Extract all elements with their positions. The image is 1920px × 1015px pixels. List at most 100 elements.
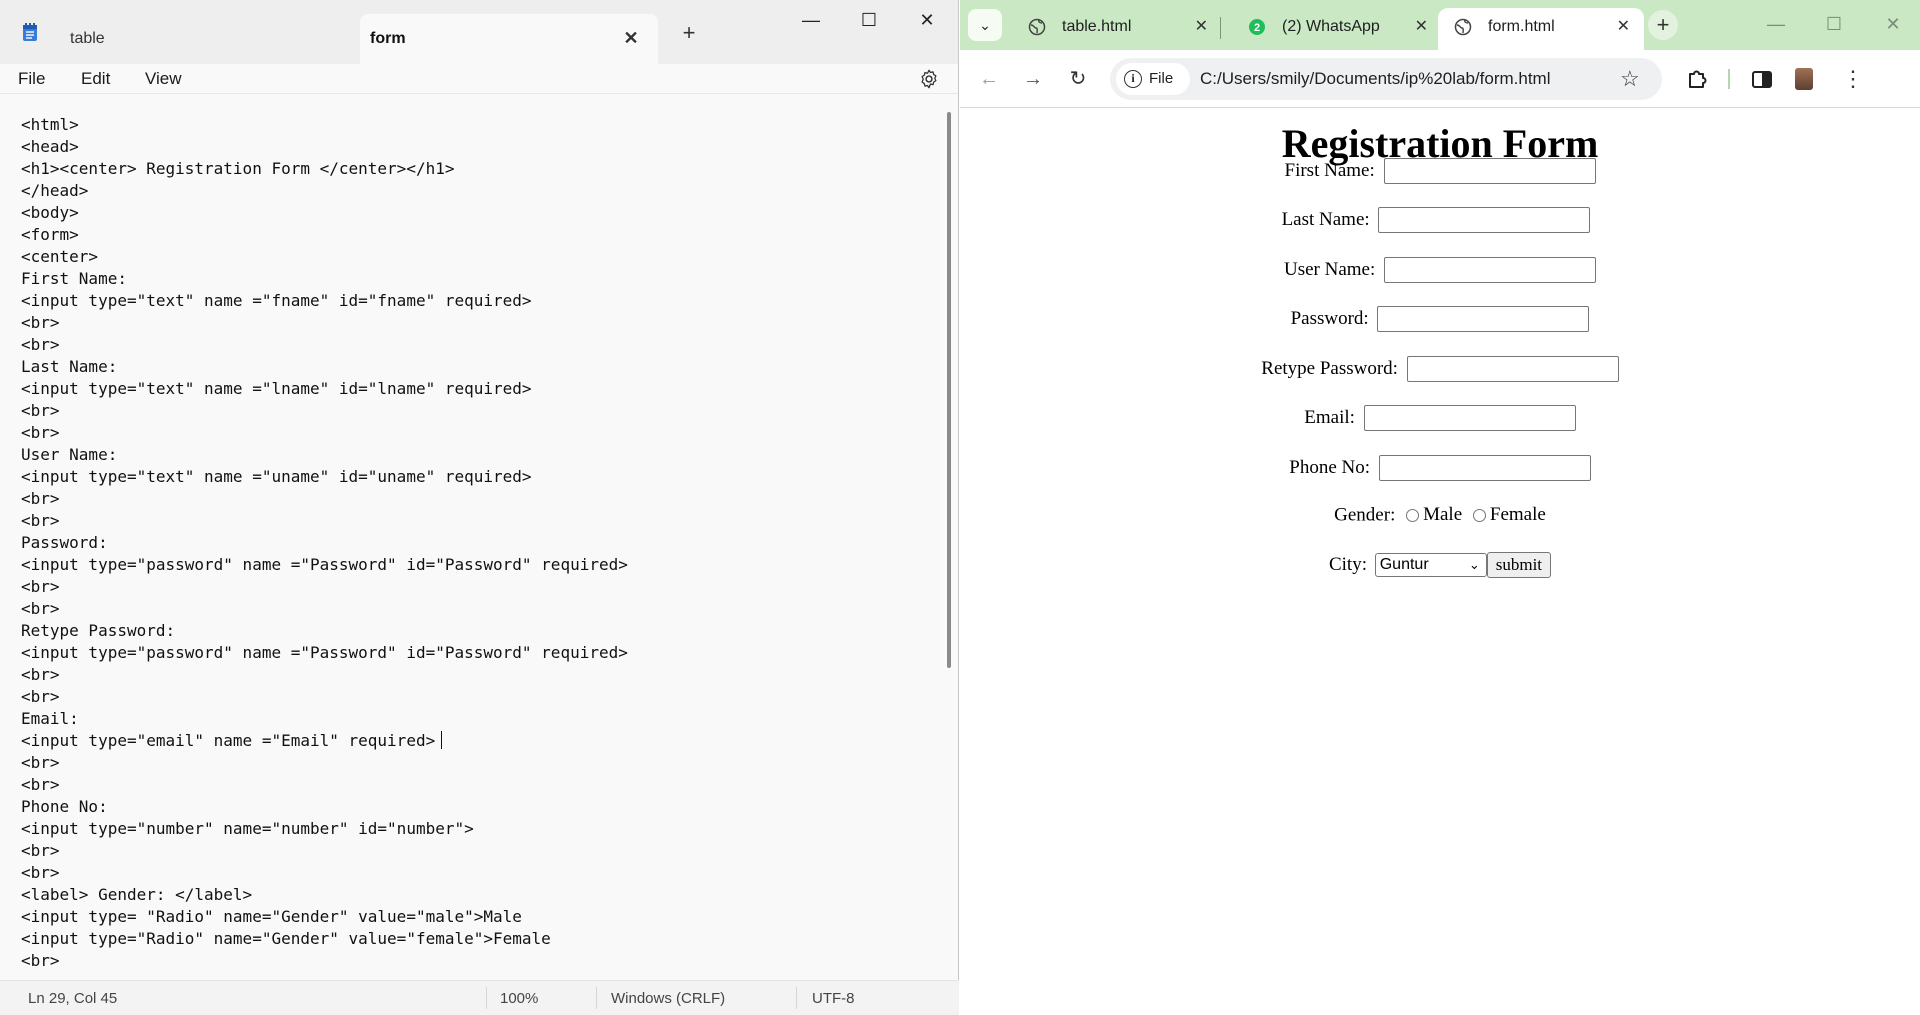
forward-arrow-icon[interactable]: → (1018, 64, 1048, 94)
notepad-window: table form ✕ + — ☐ ✕ File Edit View <htm… (0, 0, 959, 1015)
first-name-input[interactable] (1383, 158, 1596, 184)
vertical-scrollbar[interactable] (947, 112, 951, 668)
chevron-down-icon: ⌄ (1468, 557, 1480, 572)
browser-window: ⌄ table.html ✕ 2 (2) WhatsApp ✕ form.htm… (960, 0, 1920, 1015)
code-line: <br> (21, 775, 60, 794)
menu-file[interactable]: File (18, 64, 45, 94)
form-row-phone: Phone No: (960, 455, 1920, 481)
close-window-button[interactable]: ✕ (1870, 8, 1916, 40)
encoding: UTF-8 (812, 990, 855, 1007)
email-input[interactable] (1363, 405, 1576, 431)
close-window-button[interactable]: ✕ (904, 4, 950, 36)
site-info-label: File (1149, 70, 1174, 87)
code-line: <br> (21, 687, 60, 706)
close-tab-icon[interactable]: ✕ (1195, 16, 1208, 36)
code-line: Retype Password: (21, 621, 176, 640)
back-arrow-icon[interactable]: ← (974, 64, 1004, 94)
city-selected-value: Guntur (1379, 556, 1429, 573)
notepad-tab-table[interactable]: table (54, 14, 354, 64)
code-line: <br> (21, 401, 60, 420)
code-line: Email: (21, 709, 79, 728)
code-line: <br> (21, 335, 60, 354)
line-ending: Windows (CRLF) (611, 990, 726, 1007)
code-line: <input type="text" name ="fname" id="fna… (21, 291, 532, 310)
profile-avatar[interactable] (1795, 68, 1813, 90)
new-tab-button[interactable]: + (676, 20, 702, 46)
code-line: <br> (21, 577, 60, 596)
retype-password-input[interactable] (1406, 356, 1619, 382)
notepad-title-bar: table form ✕ + — ☐ ✕ (0, 0, 958, 64)
last-name-input[interactable] (1378, 207, 1591, 233)
form-row-email: Email: (960, 405, 1920, 431)
globe-icon (1028, 18, 1046, 36)
code-line: <input type="text" name ="uname" id="una… (21, 467, 532, 486)
browser-tab-table[interactable]: table.html ✕ (1012, 8, 1222, 50)
code-line: <br> (21, 841, 60, 860)
browser-tab-whatsapp[interactable]: 2 (2) WhatsApp ✕ (1232, 8, 1442, 50)
whatsapp-badge: 2 (1254, 22, 1260, 34)
menu-view[interactable]: View (145, 64, 182, 94)
female-radio[interactable] (1472, 509, 1486, 523)
menu-edit[interactable]: Edit (81, 64, 110, 94)
browser-tab-label: (2) WhatsApp (1282, 18, 1380, 35)
code-line: <head> (21, 137, 79, 156)
extensions-puzzle-icon[interactable] (1684, 66, 1710, 92)
user-name-input[interactable] (1384, 257, 1597, 283)
code-line: <input type="text" name ="lname" id="lna… (21, 379, 532, 398)
male-radio[interactable] (1406, 509, 1420, 523)
code-text: <html> <head> <h1><center> Registration Fo… (21, 114, 628, 972)
code-line: <input type= "Radio" name="Gender" value… (21, 907, 522, 926)
site-info-chip[interactable]: i File (1116, 63, 1190, 95)
close-tab-icon[interactable]: ✕ (1617, 16, 1630, 36)
field-label: First Name: (1284, 160, 1375, 181)
code-line: <input type="Radio" name="Gender" value=… (21, 929, 551, 948)
status-divider (596, 987, 597, 1009)
city-select[interactable]: Guntur ⌄ (1374, 553, 1487, 577)
settings-gear-icon[interactable] (918, 68, 940, 90)
text-editor-area[interactable]: <html> <head> <h1><center> Registration Fo… (0, 110, 948, 978)
submit-button[interactable]: submit (1486, 552, 1552, 578)
password-input[interactable] (1377, 306, 1590, 332)
field-label: Email: (1304, 407, 1355, 428)
code-line: Password: (21, 533, 108, 552)
text-caret (441, 731, 443, 749)
radio-label: Female (1489, 504, 1546, 525)
form-row-first-name: First Name: (960, 158, 1920, 184)
browser-tab-form[interactable]: form.html ✕ (1438, 8, 1644, 50)
tab-search-chevron-icon[interactable]: ⌄ (968, 9, 1002, 41)
toolbar-divider (1728, 69, 1730, 89)
code-line: <input type="password" name ="Password" … (21, 643, 628, 662)
new-tab-button[interactable]: + (1648, 10, 1678, 40)
notepad-tab-label: form (370, 30, 406, 47)
side-panel-icon[interactable] (1749, 66, 1775, 92)
phone-input[interactable] (1378, 455, 1591, 481)
cursor-position: Ln 29, Col 45 (28, 990, 118, 1007)
form-row-user-name: User Name: (960, 257, 1920, 283)
code-line: <br> (21, 753, 60, 772)
maximize-button[interactable]: ☐ (846, 4, 892, 36)
code-line: <input type="email" name ="Email" requir… (21, 730, 628, 752)
status-divider (796, 987, 797, 1009)
notepad-tab-form[interactable]: form ✕ (360, 14, 658, 64)
field-label: Retype Password: (1261, 358, 1398, 379)
code-line: <br> (21, 423, 60, 442)
url-text: C:/Users/smily/Documents/ip%20lab/form.h… (1200, 69, 1551, 88)
reload-icon[interactable]: ↻ (1063, 64, 1093, 94)
minimize-button[interactable]: — (788, 4, 834, 36)
form-row-city: City: Guntur ⌄ submit (960, 552, 1920, 578)
field-label: User Name: (1283, 259, 1376, 280)
code-line: <label> Gender: </label> (21, 885, 253, 904)
tab-divider (1220, 17, 1221, 39)
code-line: <form> (21, 225, 79, 244)
form-row-last-name: Last Name: (956, 207, 1916, 233)
code-line: Phone No: (21, 797, 108, 816)
code-line: <br> (21, 313, 60, 332)
bookmark-star-icon[interactable]: ☆ (1620, 66, 1640, 92)
kebab-menu-icon[interactable]: ⋮ (1840, 66, 1866, 92)
close-tab-icon[interactable]: ✕ (1415, 16, 1428, 36)
address-bar[interactable]: i File C:/Users/smily/Documents/ip%20lab… (1110, 58, 1662, 100)
close-tab-icon[interactable]: ✕ (620, 27, 642, 49)
minimize-button[interactable]: — (1753, 8, 1799, 40)
form-row-gender: Gender: Male Female (960, 504, 1920, 527)
maximize-button[interactable]: ☐ (1811, 8, 1857, 40)
